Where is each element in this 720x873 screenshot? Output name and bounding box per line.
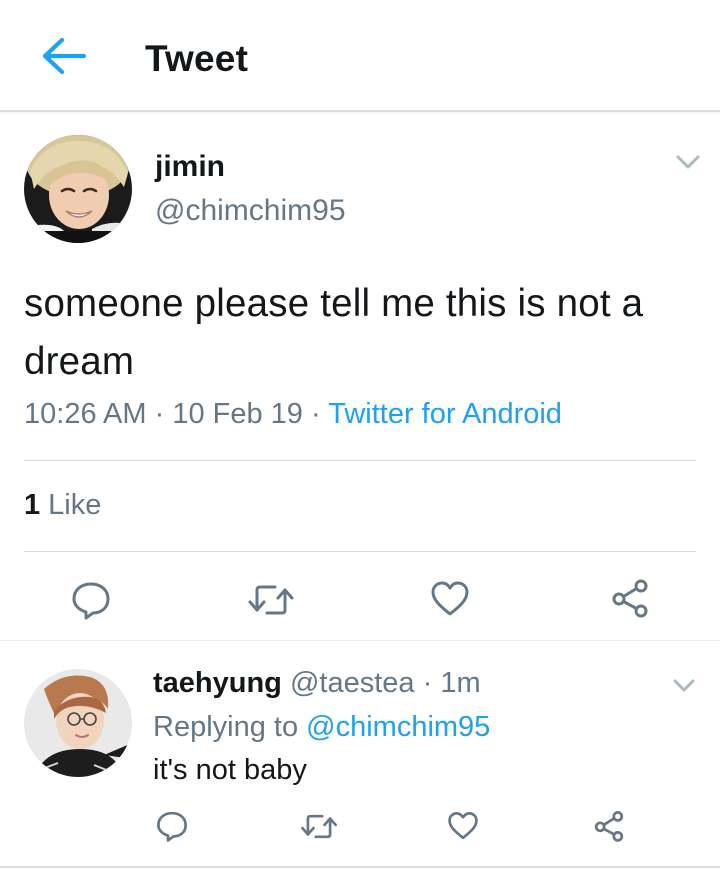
reply-button[interactable] [70,580,112,625]
reply-reply-button[interactable] [155,810,189,847]
like-label: Like [48,489,102,521]
arrow-left-icon [42,37,87,75]
author-handle[interactable]: @chimchim95 [155,194,346,228]
reply-author-handle[interactable]: @taestea [290,667,415,699]
reply-author-name[interactable]: taehyung [153,667,282,699]
divider [0,866,720,868]
back-button[interactable] [40,36,88,76]
meta-separator: · [422,667,433,699]
tweet-date: 10 Feb 19 [172,398,303,430]
tweet-source-link[interactable]: Twitter for Android [328,398,562,430]
reply-menu-button[interactable] [671,677,697,695]
replying-to-label: Replying to [153,711,299,743]
reply-author-avatar[interactable] [24,669,132,777]
meta-separator: · [154,398,165,430]
like-icon [431,581,469,616]
retweet-button[interactable] [247,582,295,623]
reply-share-button[interactable] [593,810,625,847]
author-avatar[interactable] [24,135,132,243]
reply-header: taehyung @taestea · 1m [153,667,481,700]
tweet-menu-button[interactable] [674,152,702,172]
author-name[interactable]: jimin [155,150,225,184]
tweet-text: someone please tell me this is not a dre… [24,282,644,383]
tweet-time: 10:26 AM [24,398,147,430]
reply-retweet-button[interactable] [300,812,338,846]
retweet-icon [248,585,294,615]
tweet-metadata: 10:26 AM · 10 Feb 19 · Twitter for Andro… [24,398,562,431]
chevron-down-icon [676,155,700,169]
share-icon [594,811,624,842]
like-button[interactable] [430,580,470,623]
tweet-detail-screen: Tweet jimin @chimchim95 someone please t… [0,0,720,873]
share-icon [612,579,648,618]
retweet-icon [301,814,337,839]
likes-count-link[interactable]: 1 Like [24,489,101,522]
reply-icon [157,811,187,842]
reply-time: 1m [440,667,481,699]
reply-icon [72,582,110,620]
reply-text: it's not baby [153,754,307,786]
share-button[interactable] [610,578,650,623]
top-app-bar: Tweet [0,0,720,112]
divider [24,551,696,552]
meta-separator: · [311,398,321,430]
replying-to-mention[interactable]: @chimchim95 [306,711,490,743]
like-icon [448,812,478,840]
page-title: Tweet [145,38,249,79]
divider [0,640,720,641]
divider [24,460,696,461]
chevron-down-icon [673,679,695,692]
like-count: 1 [24,489,41,521]
reply-like-button[interactable] [447,811,479,846]
replying-to: Replying to @chimchim95 [153,711,490,744]
